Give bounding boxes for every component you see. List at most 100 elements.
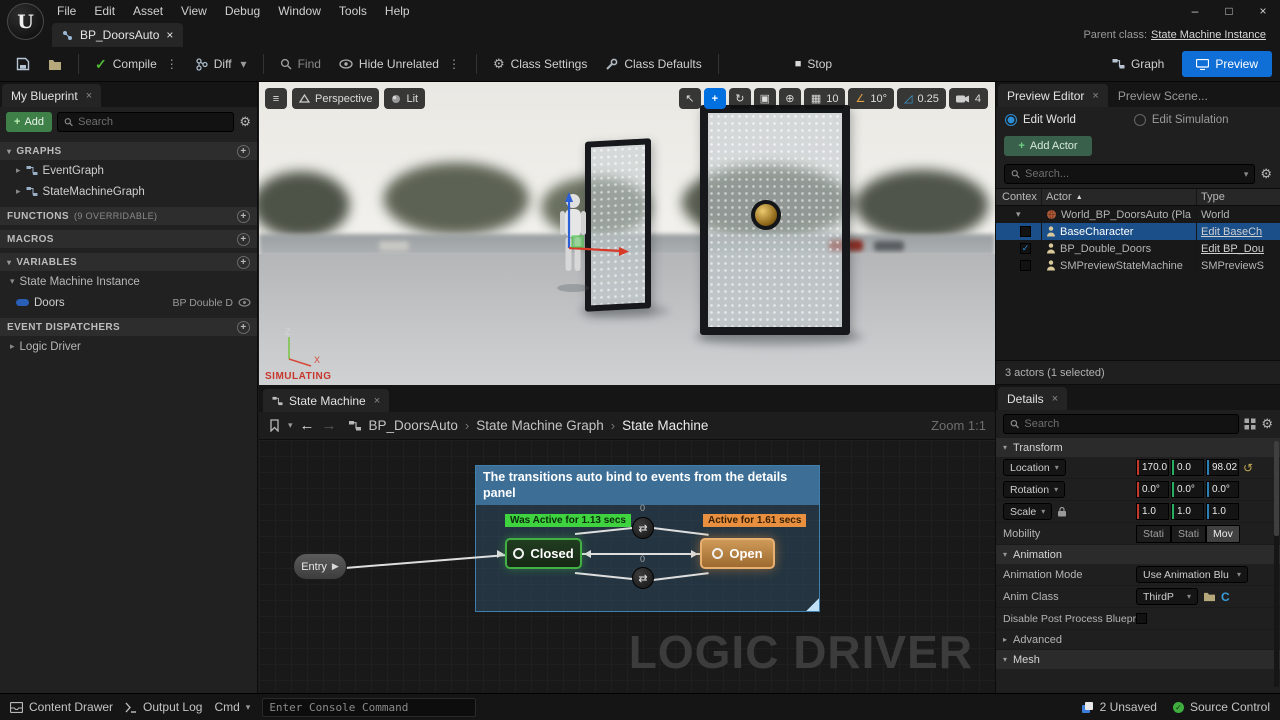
- kebab-icon[interactable]: ⋮: [166, 57, 178, 71]
- tab-bp-doorsauto[interactable]: BP_DoorsAuto ×: [52, 23, 183, 47]
- add-function-icon[interactable]: +: [237, 210, 250, 223]
- advanced-row[interactable]: ▸ Advanced: [996, 630, 1280, 650]
- table-row-world[interactable]: ▾ World_BP_DoorsAuto (Pla World: [996, 206, 1280, 223]
- chevron-right-icon[interactable]: ▸: [16, 165, 21, 176]
- graph-canvas[interactable]: The transitions auto bind to events from…: [259, 440, 995, 693]
- edit-actor-link[interactable]: Edit BP_Dou: [1201, 243, 1264, 255]
- class-settings-button[interactable]: ⚙ Class Settings: [485, 51, 595, 77]
- context-checkbox[interactable]: [1020, 226, 1031, 237]
- breadcrumb-current[interactable]: State Machine: [622, 418, 708, 433]
- tab-details[interactable]: Details ×: [998, 387, 1067, 410]
- rotation-z-field[interactable]: 0.0°: [1206, 481, 1239, 498]
- use-selected-icon[interactable]: C: [1221, 590, 1230, 604]
- rotation-dropdown[interactable]: Rotation ▾: [1003, 481, 1065, 498]
- cmd-dropdown[interactable]: Cmd ▾: [214, 700, 250, 714]
- output-log-button[interactable]: Output Log: [125, 700, 202, 714]
- camera-speed-button[interactable]: 4: [949, 88, 988, 109]
- entry-node[interactable]: Entry ▶: [293, 553, 347, 580]
- scrollbar-thumb[interactable]: [1274, 441, 1279, 536]
- transition-node-top[interactable]: ⇄: [632, 517, 654, 539]
- close-icon[interactable]: ×: [86, 90, 92, 102]
- tree-item-logic-driver[interactable]: ▸ Logic Driver: [0, 336, 257, 357]
- menu-window[interactable]: Window: [269, 4, 330, 18]
- menu-asset[interactable]: Asset: [124, 4, 172, 18]
- tree-item-statemachinegraph[interactable]: ▸ StateMachineGraph: [0, 181, 257, 202]
- close-icon[interactable]: ×: [1052, 393, 1058, 405]
- mobility-static-button[interactable]: Stati: [1136, 525, 1171, 543]
- scale-x-field[interactable]: 1.0: [1136, 503, 1169, 520]
- tab-my-blueprint[interactable]: My Blueprint ×: [2, 84, 101, 107]
- disable-post-process-checkbox[interactable]: [1136, 613, 1147, 624]
- section-functions[interactable]: FUNCTIONS (9 OVERRIDABLE) +: [0, 207, 257, 225]
- rotate-tool-button[interactable]: ↻: [729, 88, 751, 109]
- edit-world-radio[interactable]: [1005, 114, 1017, 126]
- menu-debug[interactable]: Debug: [216, 4, 269, 18]
- menu-view[interactable]: View: [172, 4, 216, 18]
- tab-preview-scene[interactable]: Preview Scene...: [1109, 84, 1217, 107]
- table-row-smpreviewstatemachine[interactable]: SMPreviewStateMachine SMPreviewS: [996, 257, 1280, 274]
- chevron-down-icon[interactable]: ▾: [288, 420, 293, 431]
- compile-button[interactable]: ✓ Compile ⋮: [87, 51, 186, 77]
- chevron-down-icon[interactable]: ▾: [1016, 209, 1021, 220]
- variable-doors[interactable]: Doors BP Double D: [0, 292, 257, 313]
- section-macros[interactable]: MACROS +: [0, 230, 257, 248]
- close-icon[interactable]: ×: [166, 28, 173, 42]
- close-icon[interactable]: ×: [1092, 90, 1098, 102]
- menu-help[interactable]: Help: [376, 4, 419, 18]
- chevron-down-icon[interactable]: ▾: [10, 276, 15, 287]
- move-tool-button[interactable]: +: [704, 88, 726, 109]
- mobility-movable-button[interactable]: Mov: [1206, 525, 1240, 543]
- perspective-dropdown[interactable]: Perspective: [292, 88, 379, 109]
- reset-to-default-icon[interactable]: ↺: [1243, 461, 1253, 475]
- resize-handle[interactable]: [805, 597, 819, 611]
- gear-icon[interactable]: ⚙: [239, 114, 251, 130]
- column-context[interactable]: Contex: [996, 189, 1042, 205]
- animation-mode-dropdown[interactable]: Use Animation Blu ▾: [1136, 566, 1248, 583]
- lit-dropdown[interactable]: Lit: [384, 88, 425, 109]
- find-button[interactable]: Find: [272, 51, 329, 77]
- menu-file[interactable]: File: [48, 4, 85, 18]
- table-row-basecharacter[interactable]: BaseCharacter Edit BaseCh: [996, 223, 1280, 240]
- search-input[interactable]: [78, 116, 227, 128]
- scale-tool-button[interactable]: ▣: [754, 88, 776, 109]
- chevron-right-icon[interactable]: ▸: [16, 186, 21, 197]
- console-command-input[interactable]: [269, 701, 469, 714]
- unsaved-button[interactable]: 2 Unsaved: [1081, 700, 1157, 714]
- rotation-snap-button[interactable]: ∠ 10°: [848, 88, 894, 109]
- graph-button[interactable]: Graph: [1104, 51, 1172, 77]
- blueprint-search[interactable]: [57, 112, 234, 132]
- menu-edit[interactable]: Edit: [85, 4, 124, 18]
- transform-gizmo[interactable]: [555, 190, 633, 260]
- menu-tools[interactable]: Tools: [330, 4, 376, 18]
- anim-class-dropdown[interactable]: ThirdP ▾: [1136, 588, 1198, 605]
- edit-actor-link[interactable]: Edit BaseCh: [1201, 226, 1262, 238]
- context-checkbox[interactable]: [1020, 260, 1031, 271]
- actor-search[interactable]: ▾: [1004, 164, 1255, 184]
- details-search-input[interactable]: [1024, 418, 1232, 430]
- class-defaults-button[interactable]: Class Defaults: [597, 51, 709, 77]
- location-x-field[interactable]: 170.0: [1136, 459, 1169, 476]
- kebab-icon[interactable]: ⋮: [448, 57, 460, 71]
- preview-button[interactable]: Preview: [1182, 51, 1272, 77]
- section-variables[interactable]: ▾ VARIABLES +: [0, 253, 257, 271]
- transition-node-bottom[interactable]: ⇄: [632, 567, 654, 589]
- scale-dropdown[interactable]: Scale ▾: [1003, 503, 1052, 520]
- column-actor[interactable]: Actor ▲: [1042, 189, 1196, 205]
- scale-y-field[interactable]: 1.0: [1171, 503, 1204, 520]
- details-scrollbar[interactable]: [1274, 441, 1279, 687]
- browse-to-asset-icon[interactable]: [1203, 591, 1216, 602]
- column-type[interactable]: Type: [1196, 189, 1280, 205]
- save-button[interactable]: [8, 51, 38, 77]
- bookmark-icon[interactable]: [268, 419, 281, 432]
- chevron-down-icon[interactable]: ▾: [1244, 169, 1249, 180]
- table-row-bp-double-doors[interactable]: ✓ BP_Double_Doors Edit BP_Dou: [996, 240, 1280, 257]
- output-pin-icon[interactable]: ▶: [332, 561, 339, 572]
- select-tool-button[interactable]: ↖: [679, 88, 701, 109]
- comment-text[interactable]: The transitions auto bind to events from…: [476, 466, 819, 505]
- stop-button[interactable]: ■ Stop: [787, 51, 840, 77]
- edit-simulation-radio[interactable]: [1134, 114, 1146, 126]
- minimize-icon[interactable]: –: [1178, 0, 1212, 22]
- lock-icon[interactable]: [1057, 506, 1067, 517]
- preview-viewport[interactable]: ≡ Perspective Lit ↖ + ↻ ▣ ⊕ ▦ 10: [259, 82, 995, 385]
- section-mesh[interactable]: ▾ Mesh: [996, 650, 1280, 669]
